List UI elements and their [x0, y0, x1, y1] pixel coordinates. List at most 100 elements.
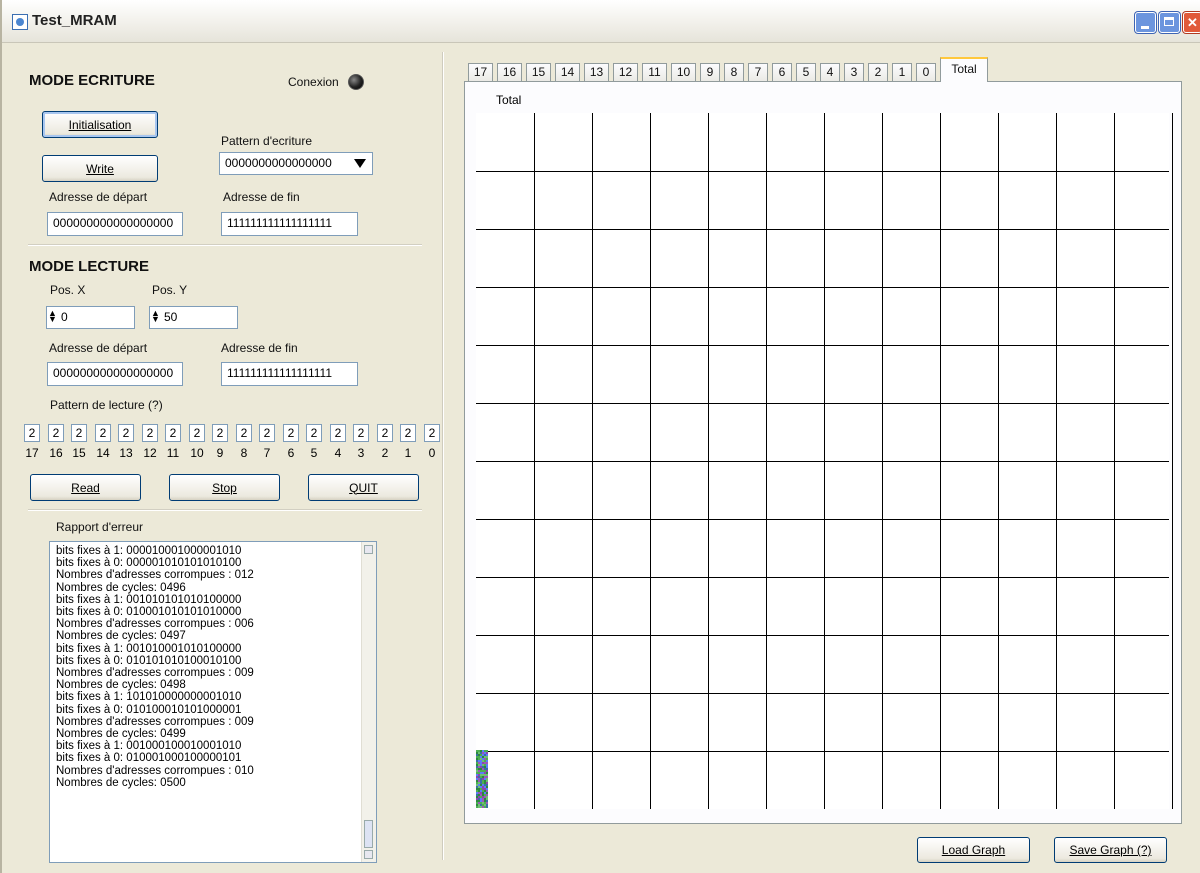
- pattern-bit-index: 13: [119, 446, 133, 460]
- lecture-end-label: Adresse de fin: [221, 341, 298, 355]
- tab-bit[interactable]: 3: [844, 63, 864, 81]
- pattern-bit-input[interactable]: 2: [48, 424, 64, 442]
- pattern-bit-index: 15: [72, 446, 86, 460]
- tab-bit[interactable]: 17: [468, 63, 493, 81]
- pattern-bit-input[interactable]: 2: [165, 424, 181, 442]
- pattern-bit-input[interactable]: 2: [142, 424, 158, 442]
- rapport-erreur-label: Rapport d'erreur: [56, 520, 143, 534]
- ecriture-end-value: 111111111111111111: [227, 216, 332, 230]
- error-report-line: Nombres d'adresses corrompues : 006: [56, 618, 254, 631]
- read-button[interactable]: Read: [30, 474, 141, 501]
- tab-bit[interactable]: 12: [613, 63, 638, 81]
- error-report-line: bits fixes à 1: 001000100010001010: [56, 740, 242, 753]
- tab-bit[interactable]: 2: [868, 63, 888, 81]
- tab-bit[interactable]: 9: [700, 63, 720, 81]
- pattern-bit-input[interactable]: 2: [330, 424, 346, 442]
- tab-bit[interactable]: 13: [584, 63, 609, 81]
- graph-gridline-horizontal: [476, 171, 1169, 172]
- pattern-bit-input[interactable]: 2: [118, 424, 134, 442]
- tab-bit[interactable]: 16: [497, 63, 522, 81]
- tab-bit[interactable]: 4: [820, 63, 840, 81]
- graph-canvas[interactable]: [476, 113, 1173, 809]
- tab-bit[interactable]: 0: [916, 63, 936, 81]
- pattern-bit-input[interactable]: 2: [71, 424, 87, 442]
- posx-spinner-icon[interactable]: ▲ ▼: [48, 309, 57, 324]
- pattern-bit-input[interactable]: 2: [377, 424, 393, 442]
- tab-bit[interactable]: 6: [772, 63, 792, 81]
- lecture-end-value: 111111111111111111: [227, 366, 332, 380]
- ecriture-start-input[interactable]: 000000000000000000: [47, 212, 183, 236]
- ecriture-start-value: 000000000000000000: [53, 216, 174, 230]
- tab-bit[interactable]: 11: [642, 63, 667, 81]
- maximize-button[interactable]: [1159, 12, 1180, 33]
- write-button[interactable]: Write: [42, 155, 158, 182]
- pattern-bit-index: 8: [240, 446, 248, 460]
- pattern-bit-input[interactable]: 2: [424, 424, 440, 442]
- error-report-line: bits fixes à 1: 000010001000001010: [56, 545, 242, 557]
- write-button-label: Write: [86, 161, 114, 176]
- pattern-bit-index: 4: [334, 446, 342, 460]
- minimize-button[interactable]: [1135, 12, 1156, 33]
- pattern-bit-input[interactable]: 2: [95, 424, 111, 442]
- read-button-label: Read: [71, 480, 100, 495]
- initialisation-button[interactable]: Initialisation: [42, 111, 158, 138]
- pattern-bit-index: 11: [166, 446, 180, 460]
- error-report-line: bits fixes à 0: 010001010101010000: [56, 606, 242, 619]
- graph-gridline-horizontal: [476, 229, 1169, 230]
- lecture-end-input[interactable]: 111111111111111111: [221, 362, 358, 386]
- pattern-bit-input[interactable]: 2: [259, 424, 275, 442]
- pattern-bit-input[interactable]: 2: [306, 424, 322, 442]
- section-divider: [28, 244, 422, 246]
- tab-bit[interactable]: 5: [796, 63, 816, 81]
- pattern-bit-input[interactable]: 2: [212, 424, 228, 442]
- error-report-line: bits fixes à 1: 001010101010100000: [56, 593, 242, 606]
- pattern-bit-input[interactable]: 2: [189, 424, 205, 442]
- posx-input[interactable]: 0: [46, 306, 135, 329]
- pattern-ecriture-select[interactable]: 0000000000000000: [219, 152, 373, 175]
- main-window: Test_MRAM ✕ MODE ECRITURE Conexion Initi…: [0, 0, 1200, 873]
- ecriture-end-input[interactable]: 111111111111111111: [221, 212, 358, 236]
- tab-bit[interactable]: 7: [748, 63, 768, 81]
- error-report-line: bits fixes à 0: 010001000100000101: [56, 752, 242, 765]
- posy-spinner-icon[interactable]: ▲ ▼: [151, 309, 160, 324]
- tab-bit[interactable]: 14: [555, 63, 580, 81]
- error-report-line: bits fixes à 0: 000001010101010100: [56, 557, 242, 570]
- graph-gridline-horizontal: [476, 693, 1169, 694]
- tab-bit[interactable]: 8: [724, 63, 744, 81]
- pattern-bit-input[interactable]: 2: [283, 424, 299, 442]
- error-report-line: Nombres de cycles: 0499: [56, 728, 186, 741]
- pattern-bit-input[interactable]: 2: [236, 424, 252, 442]
- error-report-line: Nombres d'adresses corrompues : 009: [56, 667, 254, 680]
- stop-button[interactable]: Stop: [169, 474, 280, 501]
- pattern-bit-index: 9: [216, 446, 224, 460]
- title-bar[interactable]: Test_MRAM ✕: [2, 0, 1200, 43]
- pattern-bit-input[interactable]: 2: [24, 424, 40, 442]
- pattern-bit-input[interactable]: 2: [353, 424, 369, 442]
- tab-total[interactable]: Total: [940, 57, 988, 82]
- quit-button-label: QUIT: [349, 480, 378, 495]
- scroll-down-icon[interactable]: [364, 850, 373, 859]
- save-graph-button[interactable]: Save Graph (?): [1054, 837, 1167, 863]
- graph-gridline-horizontal: [476, 577, 1169, 578]
- quit-button[interactable]: QUIT: [308, 474, 419, 501]
- pattern-bit-input[interactable]: 2: [400, 424, 416, 442]
- graph-gridline-horizontal: [476, 345, 1169, 346]
- scroll-up-icon[interactable]: [364, 545, 373, 554]
- tab-bit[interactable]: 10: [671, 63, 696, 81]
- ecriture-start-label: Adresse de départ: [49, 190, 148, 204]
- scroll-thumb[interactable]: [364, 820, 373, 848]
- close-button[interactable]: ✕: [1183, 12, 1200, 33]
- load-graph-button[interactable]: Load Graph: [917, 837, 1030, 863]
- chevron-down-icon[interactable]: [354, 159, 366, 168]
- pattern-bit-index: 5: [310, 446, 318, 460]
- graph-gridline-horizontal: [476, 403, 1169, 404]
- error-report-scrollbar[interactable]: [361, 542, 376, 862]
- posy-input[interactable]: 50: [149, 306, 238, 329]
- mode-ecriture-heading: MODE ECRITURE: [29, 72, 155, 89]
- lecture-start-input[interactable]: 000000000000000000: [47, 362, 183, 386]
- tab-bit[interactable]: 15: [526, 63, 551, 81]
- error-report-textbox[interactable]: bits fixes à 1: 000010001000001010 bits f…: [49, 541, 377, 863]
- pattern-bit-index: 6: [287, 446, 295, 460]
- ecriture-end-label: Adresse de fin: [223, 190, 300, 204]
- tab-bit[interactable]: 1: [892, 63, 912, 81]
